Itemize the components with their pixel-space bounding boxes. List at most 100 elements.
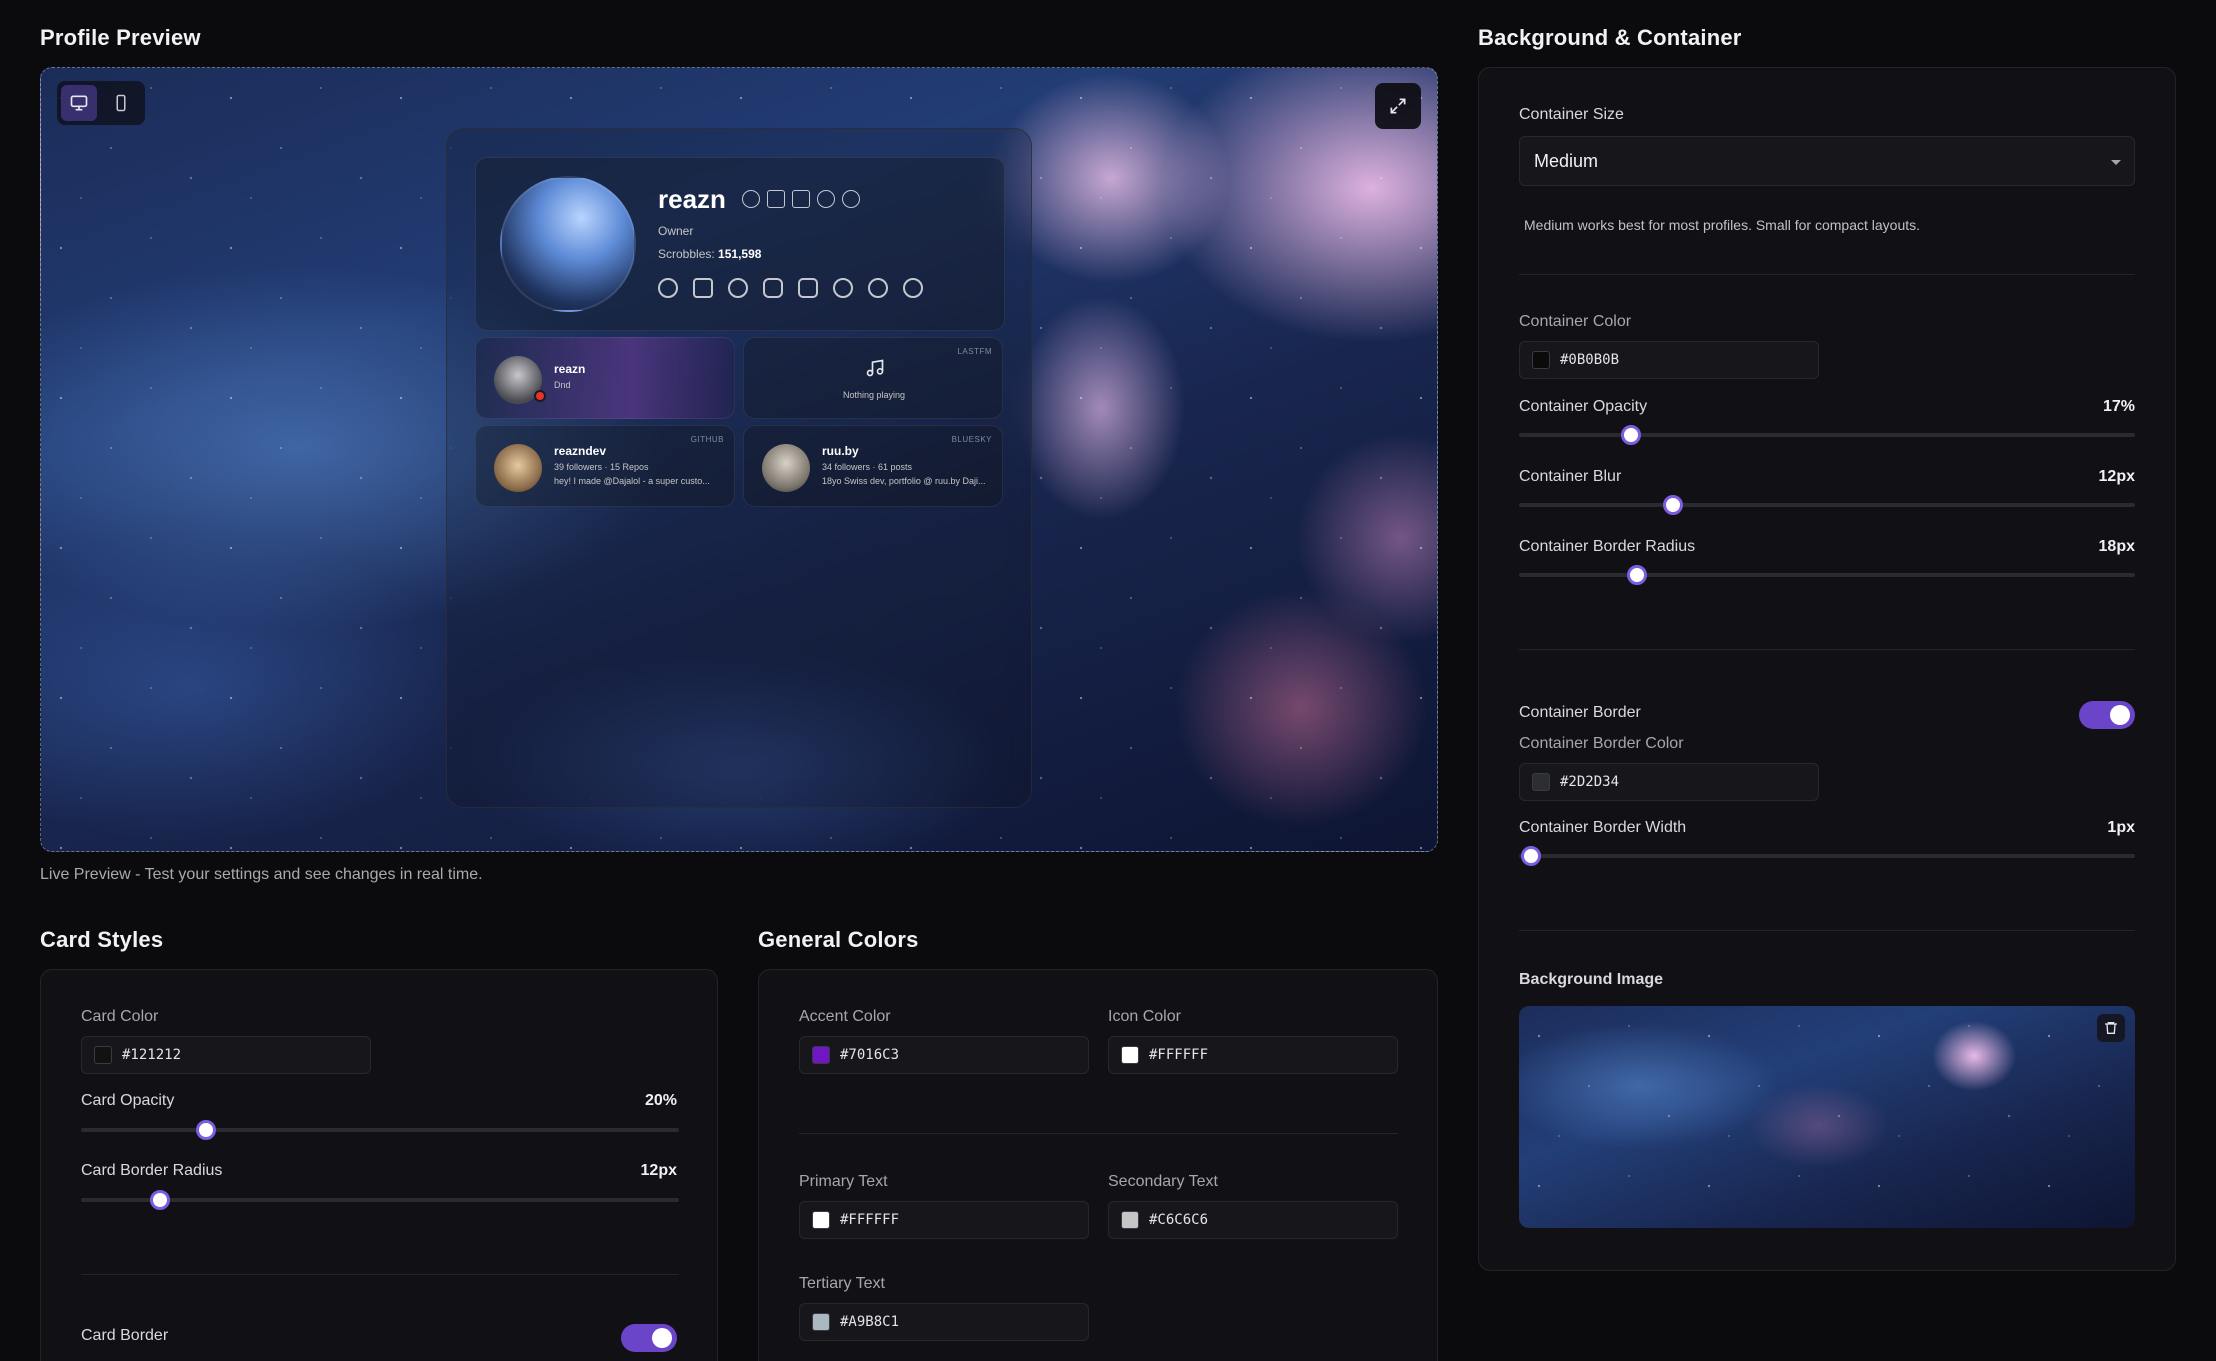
smartphone-icon <box>116 94 126 112</box>
discord-icon[interactable] <box>763 278 783 298</box>
color-swatch[interactable] <box>1532 773 1550 791</box>
container-opacity-thumb[interactable] <box>1621 425 1641 445</box>
social-links <box>658 278 923 298</box>
card-radius-slider[interactable] <box>81 1198 679 1202</box>
container-border-width-slider[interactable] <box>1519 854 2135 858</box>
profile-card: reazn Owner Scrobbles: 151,598 <box>475 157 1005 331</box>
card-color-field[interactable]: #121212 <box>81 1036 371 1074</box>
container-border-color-field[interactable]: #2D2D34 <box>1519 763 1819 801</box>
container-radius-value: 18px <box>2098 538 2135 555</box>
container-size-select[interactable]: Medium <box>1519 136 2135 186</box>
color-swatch[interactable] <box>1121 1046 1139 1064</box>
card-opacity-label: Card Opacity <box>81 1092 175 1109</box>
background-image-label: Background Image <box>1519 971 1664 988</box>
github-tag: GITHUB <box>690 435 724 444</box>
discord-name: reazn <box>554 362 586 376</box>
container-blur-thumb[interactable] <box>1663 495 1683 515</box>
container-blur-value: 12px <box>2098 468 2135 485</box>
github-avatar <box>494 444 542 492</box>
github-card: GITHUB reazndev 39 followers · 15 Repos … <box>475 425 735 507</box>
container-border-color-label: Container Border Color <box>1519 735 1684 752</box>
divider <box>1519 649 2135 650</box>
scrobbles-label: Scrobbles: <box>658 247 715 261</box>
bluesky-icon[interactable] <box>693 278 713 298</box>
mobile-view-button[interactable] <box>103 85 139 121</box>
desktop-view-button[interactable] <box>61 85 97 121</box>
calendar-icon <box>792 190 810 208</box>
icon-color-field[interactable]: #FFFFFF <box>1108 1036 1398 1074</box>
container-color-value: #0B0B0B <box>1560 352 1620 368</box>
bluesky-name: ruu.by <box>822 444 859 458</box>
bluesky-avatar <box>762 444 810 492</box>
users-icon <box>817 190 835 208</box>
reddit-icon[interactable] <box>868 278 888 298</box>
delete-background-button[interactable] <box>2097 1014 2125 1042</box>
tertiary-text-label: Tertiary Text <box>799 1275 885 1292</box>
accent-color-value: #7016C3 <box>840 1047 900 1063</box>
container-size-hint: Medium works best for most profiles. Sma… <box>1524 217 1921 233</box>
card-opacity-thumb[interactable] <box>196 1120 216 1140</box>
music-note-icon <box>866 359 884 377</box>
profile-preview: reazn Owner Scrobbles: 151,598 reazn Dnd… <box>40 67 1438 852</box>
color-swatch[interactable] <box>1532 351 1550 369</box>
color-swatch[interactable] <box>812 1046 830 1064</box>
lastfm-icon[interactable] <box>798 278 818 298</box>
color-swatch[interactable] <box>94 1046 112 1064</box>
background-container-title: Background & Container <box>1478 25 1742 50</box>
lastfm-card: LASTFM Nothing playing <box>743 337 1003 419</box>
spotify-icon[interactable] <box>833 278 853 298</box>
profile-scrobbles: Scrobbles: 151,598 <box>658 247 761 261</box>
card-color-label: Card Color <box>81 1008 159 1025</box>
github-name: reazndev <box>554 444 607 458</box>
general-colors-panel: Accent Color #7016C3 Icon Color #FFFFFF … <box>758 969 1438 1361</box>
divider <box>799 1133 1398 1134</box>
color-swatch[interactable] <box>1121 1211 1139 1229</box>
icon-color-label: Icon Color <box>1108 1008 1181 1025</box>
profile-role: Owner <box>658 224 694 238</box>
container-opacity-label: Container Opacity <box>1519 398 1648 415</box>
general-colors-title: General Colors <box>758 927 919 952</box>
color-swatch[interactable] <box>812 1211 830 1229</box>
profile-container: reazn Owner Scrobbles: 151,598 reazn Dnd… <box>446 128 1032 808</box>
card-border-toggle[interactable] <box>621 1324 677 1352</box>
profile-username: reazn <box>658 184 726 214</box>
card-color-value: #121212 <box>122 1047 182 1063</box>
trash-icon <box>2105 1022 2117 1034</box>
container-border-toggle[interactable] <box>2079 701 2135 729</box>
container-radius-slider[interactable] <box>1519 573 2135 577</box>
secondary-text-field[interactable]: #C6C6C6 <box>1108 1201 1398 1239</box>
bluesky-stats: 34 followers · 61 posts <box>822 462 913 472</box>
container-blur-label: Container Blur <box>1519 468 1622 485</box>
github-stats: 39 followers · 15 Repos <box>554 462 649 472</box>
icon-color-value: #FFFFFF <box>1149 1047 1209 1063</box>
tertiary-text-field[interactable]: #A9B8C1 <box>799 1303 1089 1341</box>
divider <box>81 1274 679 1275</box>
container-blur-slider[interactable] <box>1519 503 2135 507</box>
container-size-value: Medium <box>1534 150 1599 171</box>
container-border-width-thumb[interactable] <box>1521 846 1541 866</box>
divider <box>1519 930 2135 931</box>
container-opacity-slider[interactable] <box>1519 433 2135 437</box>
monitor-icon <box>70 95 88 111</box>
accent-color-field[interactable]: #7016C3 <box>799 1036 1089 1074</box>
container-radius-thumb[interactable] <box>1627 565 1647 585</box>
now-playing-text: Nothing playing <box>842 390 906 400</box>
steam-icon[interactable] <box>658 278 678 298</box>
card-radius-label: Card Border Radius <box>81 1162 223 1179</box>
container-border-width-value: 1px <box>2107 819 2135 836</box>
primary-text-field[interactable]: #FFFFFF <box>799 1201 1089 1239</box>
github-icon[interactable] <box>728 278 748 298</box>
discord-status: Dnd <box>554 380 571 390</box>
card-radius-thumb[interactable] <box>150 1190 170 1210</box>
color-swatch[interactable] <box>812 1313 830 1331</box>
secondary-text-value: #C6C6C6 <box>1149 1212 1209 1228</box>
card-opacity-slider[interactable] <box>81 1128 679 1132</box>
card-styles-title: Card Styles <box>40 927 164 952</box>
globe-icon[interactable] <box>903 278 923 298</box>
device-toggle <box>57 81 145 125</box>
container-color-field[interactable]: #0B0B0B <box>1519 341 1819 379</box>
card-border-label: Card Border <box>81 1327 169 1344</box>
container-opacity-value: 17% <box>2102 398 2135 415</box>
fullscreen-button[interactable] <box>1375 83 1421 129</box>
card-radius-value: 12px <box>640 1162 677 1179</box>
